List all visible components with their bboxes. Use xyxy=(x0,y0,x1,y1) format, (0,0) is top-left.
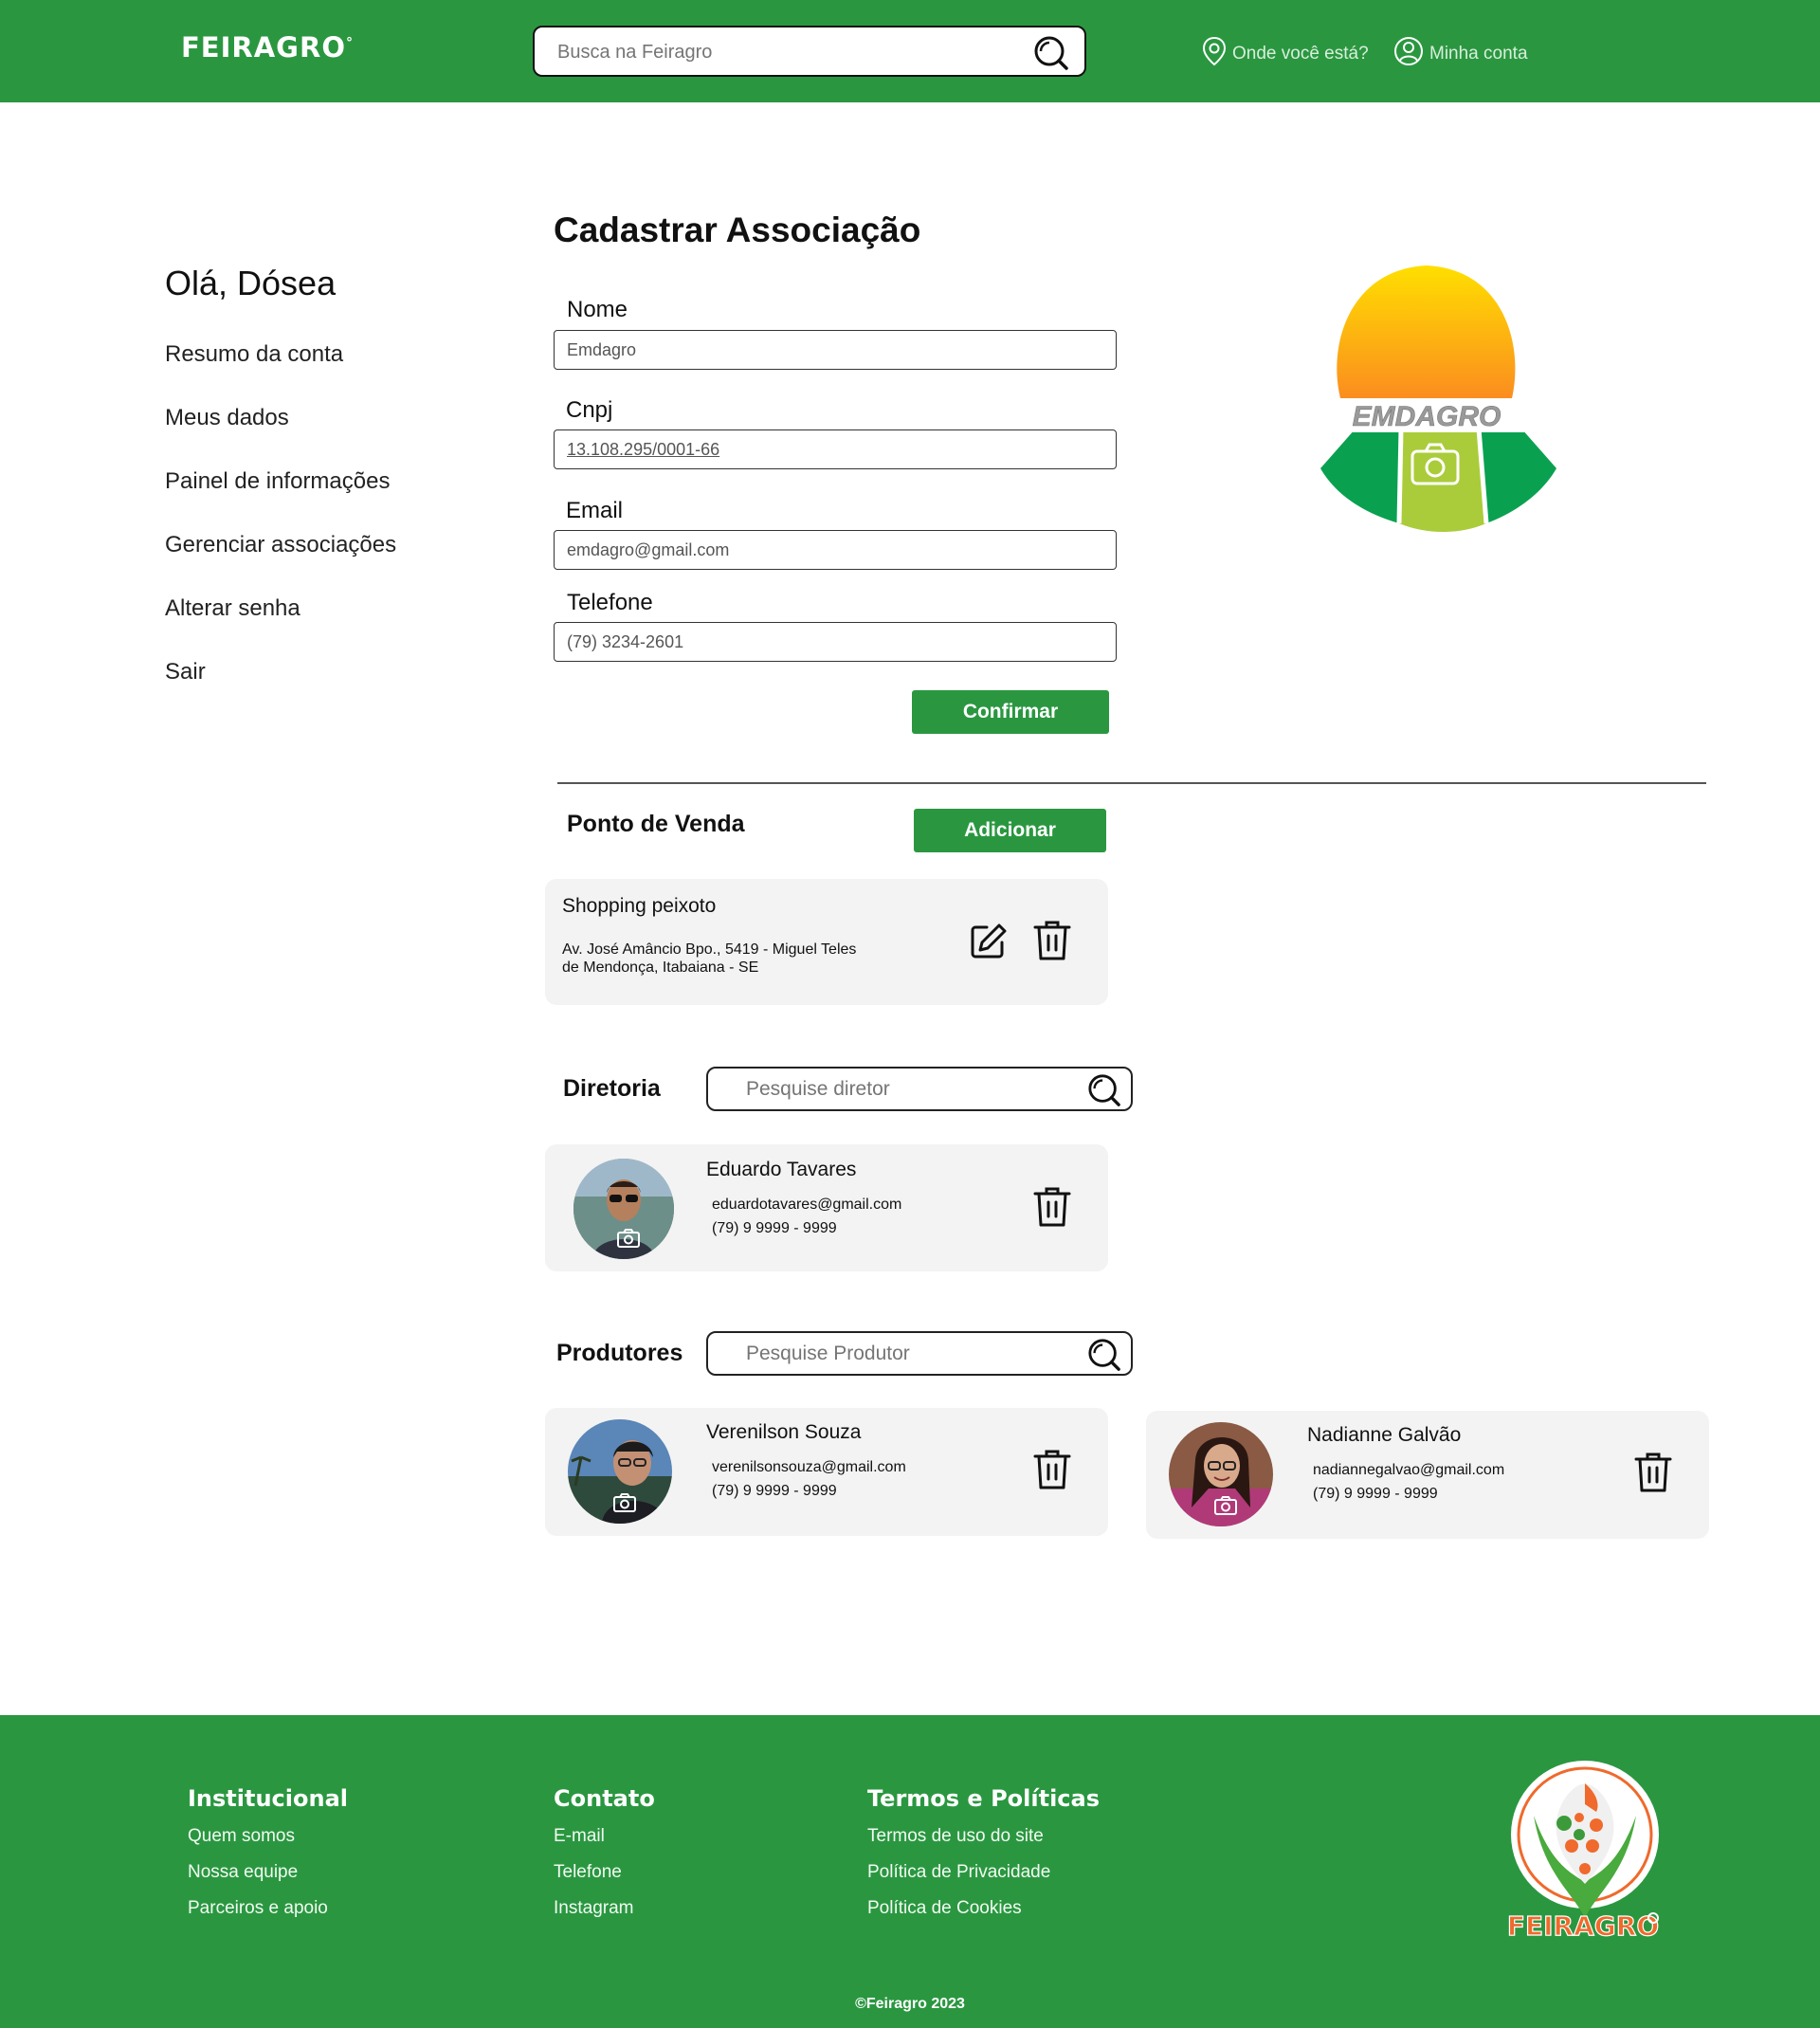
account-link[interactable]: Minha conta xyxy=(1393,36,1528,72)
emdagro-logo-text: EMDAGRO xyxy=(1353,401,1502,432)
produtor-card: Nadianne Galvão nadiannegalvao@gmail.com… xyxy=(1146,1411,1709,1539)
footer-termos-title: Termos e Políticas xyxy=(867,1785,1101,1812)
cnpj-label: Cnpj xyxy=(566,397,613,423)
produtor-phone: (79) 9 9999 - 9999 xyxy=(1313,1486,1438,1502)
delete-ponto-venda-icon[interactable] xyxy=(1033,920,1071,966)
footer-link-termos-uso[interactable]: Termos de uso do site xyxy=(867,1826,1044,1847)
produtor-phone: (79) 9 9999 - 9999 xyxy=(712,1483,837,1499)
telefone-input[interactable] xyxy=(554,622,1117,662)
location-label: Onde você está? xyxy=(1232,44,1369,64)
ponto-venda-name: Shopping peixoto xyxy=(562,895,717,917)
ponto-venda-card: Shopping peixoto Av. José Amâncio Bpo., … xyxy=(545,879,1108,1005)
footer-link-telefone[interactable]: Telefone xyxy=(554,1862,622,1883)
diretor-phone: (79) 9 9999 - 9999 xyxy=(712,1220,837,1236)
diretor-card: Eduardo Tavares eduardotavares@gmail.com… xyxy=(545,1144,1108,1271)
feiragro-logo[interactable]: FEIRAGRO° xyxy=(181,31,354,64)
footer-link-instagram[interactable]: Instagram xyxy=(554,1898,633,1919)
feiragro-footer-logo-text: FEIRAGRO xyxy=(1507,1910,1659,1942)
sidebar-item-meus-dados[interactable]: Meus dados xyxy=(165,405,289,431)
association-logo-upload[interactable]: EMDAGRO xyxy=(1318,258,1564,533)
nome-label: Nome xyxy=(567,297,628,322)
ponto-venda-address-1: Av. José Amâncio Bpo., 5419 - Miguel Tel… xyxy=(562,941,857,958)
telefone-label: Telefone xyxy=(567,590,653,615)
ponto-venda-address-2: de Mendonça, Itabaiana - SE xyxy=(562,959,759,976)
produtor-email: nadiannegalvao@gmail.com xyxy=(1313,1462,1505,1478)
cnpj-input[interactable] xyxy=(554,429,1117,469)
diretor-email: eduardotavares@gmail.com xyxy=(712,1197,902,1213)
main-search[interactable] xyxy=(533,26,1086,77)
location-pin-icon xyxy=(1202,36,1227,72)
add-ponto-venda-button[interactable]: Adicionar xyxy=(914,809,1106,852)
sidebar-item-alterar-senha[interactable]: Alterar senha xyxy=(165,595,300,622)
user-icon xyxy=(1393,36,1424,72)
produtor-name: Nadianne Galvão xyxy=(1307,1424,1462,1446)
delete-produtor-icon[interactable] xyxy=(1634,1452,1672,1498)
search-icon[interactable] xyxy=(1087,1073,1121,1112)
sidebar-item-associacoes[interactable]: Gerenciar associações xyxy=(165,532,396,558)
section-divider xyxy=(557,782,1706,784)
produtor-name: Verenilson Souza xyxy=(706,1421,862,1443)
footer-institucional-title: Institucional xyxy=(188,1785,349,1812)
produtores-search-input[interactable] xyxy=(746,1343,1068,1365)
search-icon[interactable] xyxy=(1087,1338,1121,1377)
main-search-input[interactable] xyxy=(557,40,1012,64)
sidebar-item-resumo[interactable]: Resumo da conta xyxy=(165,341,343,368)
produtor-card: Verenilson Souza verenilsonsouza@gmail.c… xyxy=(545,1408,1108,1536)
produtor-email: verenilsonsouza@gmail.com xyxy=(712,1459,906,1475)
page-title: Cadastrar Associação xyxy=(554,210,921,249)
produtores-title: Produtores xyxy=(556,1340,683,1366)
footer-link-email[interactable]: E-mail xyxy=(554,1826,605,1847)
camera-icon[interactable] xyxy=(1214,1496,1237,1520)
copyright: ©Feiragro 2023 xyxy=(855,1996,965,2012)
camera-icon[interactable] xyxy=(617,1229,640,1252)
camera-icon[interactable] xyxy=(613,1493,636,1517)
confirm-button[interactable]: Confirmar xyxy=(912,690,1109,734)
diretoria-search[interactable] xyxy=(706,1067,1133,1111)
footer-contato-title: Contato xyxy=(554,1785,655,1812)
account-label: Minha conta xyxy=(1429,44,1528,64)
sidebar-item-sair[interactable]: Sair xyxy=(165,659,206,685)
produtores-search[interactable] xyxy=(706,1331,1133,1376)
email-label: Email xyxy=(566,498,624,523)
delete-diretor-icon[interactable] xyxy=(1033,1186,1071,1233)
location-link[interactable]: Onde você está? xyxy=(1202,36,1369,72)
footer-link-parceiros[interactable]: Parceiros e apoio xyxy=(188,1898,328,1919)
diretoria-search-input[interactable] xyxy=(746,1078,1068,1101)
footer-link-nossa-equipe[interactable]: Nossa equipe xyxy=(188,1862,298,1883)
footer-link-quem-somos[interactable]: Quem somos xyxy=(188,1826,295,1847)
top-header: FEIRAGRO° Onde você está? Minha conta xyxy=(0,0,1820,102)
email-input[interactable] xyxy=(554,530,1117,570)
diretoria-title: Diretoria xyxy=(563,1075,661,1102)
delete-produtor-icon[interactable] xyxy=(1033,1449,1071,1495)
nome-input[interactable] xyxy=(554,330,1117,370)
edit-icon[interactable] xyxy=(970,922,1008,964)
footer-link-cookies[interactable]: Política de Cookies xyxy=(867,1898,1022,1919)
ponto-venda-title: Ponto de Venda xyxy=(567,811,745,837)
search-icon[interactable] xyxy=(1033,35,1069,76)
diretor-name: Eduardo Tavares xyxy=(706,1159,857,1180)
sidebar-item-painel[interactable]: Painel de informações xyxy=(165,468,390,495)
footer: Institucional Quem somos Nossa equipe Pa… xyxy=(0,1715,1820,2028)
feiragro-footer-logo: FEIRAGRO xyxy=(1505,1759,1666,1948)
footer-link-privacidade[interactable]: Política de Privacidade xyxy=(867,1862,1050,1883)
greeting: Olá, Dósea xyxy=(165,264,337,302)
